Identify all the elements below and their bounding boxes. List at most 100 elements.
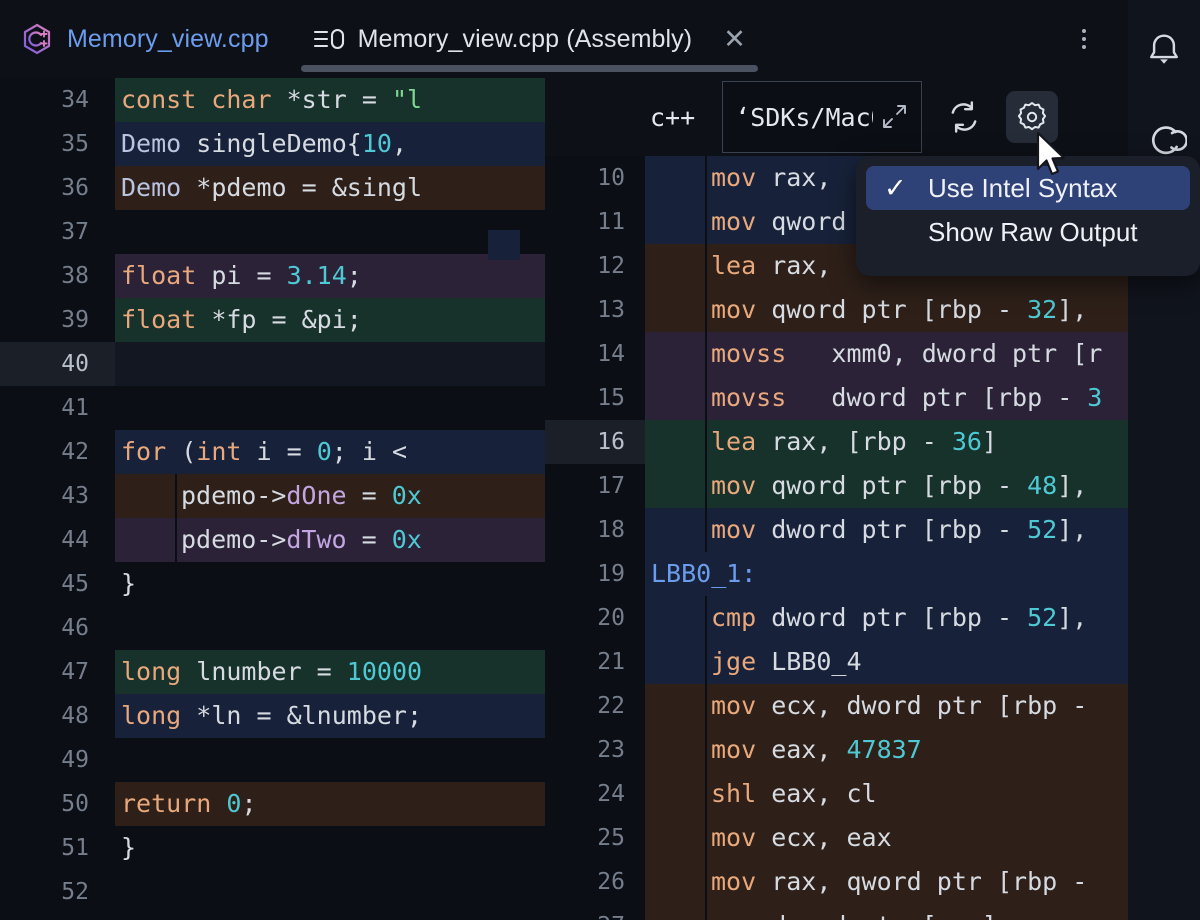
line-number: 41 bbox=[0, 386, 115, 430]
code-text: LBB0_1: bbox=[645, 552, 1128, 596]
code-text: cmp dword ptr [rbp - 52], bbox=[645, 596, 1128, 640]
code-row[interactable]: 20cmp dword ptr [rbp - 52], bbox=[545, 596, 1128, 640]
code-token: 0 bbox=[317, 437, 332, 466]
code-row[interactable]: 49 bbox=[0, 738, 545, 782]
code-token: qword bbox=[756, 207, 846, 236]
tab-label: Memory_view.cpp (Assembly) bbox=[358, 25, 693, 54]
code-row[interactable]: 43pdemo->dOne = 0x bbox=[0, 474, 545, 518]
expand-diagonal-icon[interactable] bbox=[879, 102, 909, 132]
code-token: mov bbox=[711, 163, 756, 192]
tab-label: Memory_view.cpp bbox=[67, 25, 269, 54]
code-token: rax, bbox=[756, 163, 846, 192]
code-token: ], bbox=[1057, 515, 1087, 544]
more-options-kebab-icon[interactable] bbox=[1062, 17, 1106, 61]
code-token: long bbox=[121, 657, 181, 686]
line-number: 39 bbox=[0, 298, 115, 342]
code-row[interactable]: 24shl eax, cl bbox=[545, 772, 1128, 816]
code-token: ; i < bbox=[332, 437, 407, 466]
code-row[interactable]: 40 bbox=[0, 342, 545, 386]
code-row[interactable]: 22mov ecx, dword ptr [rbp - bbox=[545, 684, 1128, 728]
code-token: } bbox=[121, 833, 136, 862]
code-row[interactable]: 52 bbox=[0, 870, 545, 914]
code-token: mov bbox=[711, 691, 756, 720]
code-row[interactable]: 17mov qword ptr [rbp - 48], bbox=[545, 464, 1128, 508]
code-row[interactable]: 14movss xmm0, dword ptr [r bbox=[545, 332, 1128, 376]
notifications-bell-icon[interactable] bbox=[1140, 26, 1188, 74]
code-row[interactable]: 36Demo *pdemo = &singl bbox=[0, 166, 545, 210]
line-number: 15 bbox=[545, 376, 645, 420]
code-row[interactable]: 46 bbox=[0, 606, 545, 650]
cpp-source-editor[interactable]: 34const char *str = "l35Demo singleDemo{… bbox=[0, 78, 545, 920]
line-number: 16 bbox=[545, 420, 645, 464]
code-row[interactable]: 47long lnumber = 10000 bbox=[0, 650, 545, 694]
line-number: 20 bbox=[545, 596, 645, 640]
code-row[interactable]: 51} bbox=[0, 826, 545, 870]
code-token: i = bbox=[241, 437, 316, 466]
code-token: *str bbox=[287, 85, 347, 114]
code-token: pi = bbox=[196, 261, 286, 290]
code-row[interactable]: 45} bbox=[0, 562, 545, 606]
tab-close-button[interactable]: ✕ bbox=[723, 26, 746, 53]
code-row[interactable]: 41 bbox=[0, 386, 545, 430]
code-row[interactable]: 50return 0; bbox=[0, 782, 545, 826]
sdk-path-field[interactable]: ʻSDKs/MacO bbox=[722, 81, 922, 153]
code-row[interactable]: 26mov rax, qword ptr [rbp - bbox=[545, 860, 1128, 904]
line-number: 14 bbox=[545, 332, 645, 376]
code-row[interactable]: 38float pi = 3.14; bbox=[0, 254, 545, 298]
code-text: mov qword ptr [rbp - 48], bbox=[645, 464, 1128, 508]
line-number: 37 bbox=[0, 210, 115, 254]
code-token: ] bbox=[982, 427, 997, 456]
code-row[interactable]: 16lea rax, [rbp - 36] bbox=[545, 420, 1128, 464]
menu-item-use-intel-syntax[interactable]: ✓ Use Intel Syntax bbox=[866, 166, 1190, 210]
code-token: float bbox=[121, 305, 196, 334]
line-number: 40 bbox=[0, 342, 115, 386]
code-token: int bbox=[196, 437, 241, 466]
code-token: 0x bbox=[392, 481, 422, 510]
code-row[interactable]: 25mov ecx, eax bbox=[545, 816, 1128, 860]
code-token: dword ptr [rbp - bbox=[756, 603, 1027, 632]
code-row[interactable]: 37 bbox=[0, 210, 545, 254]
code-row[interactable]: 19LBB0_1: bbox=[545, 552, 1128, 596]
code-text: Demo singleDemo{10, bbox=[115, 122, 545, 166]
code-row[interactable]: 27mov dword ptr [rax], ecx bbox=[545, 904, 1128, 920]
menu-item-label: Use Intel Syntax bbox=[928, 173, 1117, 204]
code-token: 47837 bbox=[846, 735, 921, 764]
refresh-button[interactable] bbox=[938, 91, 990, 143]
menu-item-show-raw-output[interactable]: Show Raw Output bbox=[866, 210, 1190, 254]
code-token: eax, cl bbox=[756, 779, 876, 808]
code-token: rax, [rbp - bbox=[756, 427, 952, 456]
code-row[interactable]: 39float *fp = &pi; bbox=[0, 298, 545, 342]
line-number: 50 bbox=[0, 782, 115, 826]
code-text: float pi = 3.14; bbox=[115, 254, 545, 298]
code-token: "l bbox=[392, 85, 422, 114]
code-fragment-overflow bbox=[488, 230, 520, 260]
code-row[interactable]: 21jge LBB0_4 bbox=[545, 640, 1128, 684]
tab-memory-view-cpp-assembly[interactable]: Memory_view.cpp (Assembly) ✕ bbox=[291, 0, 768, 78]
code-row[interactable]: 48long *ln = &lnumber; bbox=[0, 694, 545, 738]
code-token: 48 bbox=[1027, 471, 1057, 500]
code-text: mov qword ptr [rbp - 32], bbox=[645, 288, 1128, 332]
code-row[interactable]: 35Demo singleDemo{10, bbox=[0, 122, 545, 166]
code-token: mov bbox=[711, 867, 756, 896]
code-row[interactable]: 42for (int i = 0; i < bbox=[0, 430, 545, 474]
code-row[interactable]: 15movss dword ptr [rbp - 3 bbox=[545, 376, 1128, 420]
assembly-view-icon bbox=[313, 24, 345, 54]
code-row[interactable]: 13mov qword ptr [rbp - 32], bbox=[545, 288, 1128, 332]
code-token: jge bbox=[711, 647, 756, 676]
tab-memory-view-cpp[interactable]: Memory_view.cpp bbox=[0, 0, 291, 78]
code-row[interactable]: 34const char *str = "l bbox=[0, 78, 545, 122]
code-row[interactable]: 23mov eax, 47837 bbox=[545, 728, 1128, 772]
code-row[interactable]: 18mov dword ptr [rbp - 52], bbox=[545, 508, 1128, 552]
check-icon: ✓ bbox=[884, 175, 910, 202]
code-token: 0 bbox=[226, 789, 241, 818]
line-number: 10 bbox=[545, 156, 645, 200]
code-token: = bbox=[347, 481, 392, 510]
code-token: mov bbox=[711, 823, 756, 852]
line-number: 12 bbox=[545, 244, 645, 288]
code-token: Demo bbox=[121, 129, 181, 158]
code-row[interactable]: 44pdemo->dTwo = 0x bbox=[0, 518, 545, 562]
line-number: 43 bbox=[0, 474, 115, 518]
code-text: for (int i = 0; i < bbox=[115, 430, 545, 474]
code-token: 3 bbox=[1087, 383, 1102, 412]
code-token: float bbox=[121, 261, 196, 290]
